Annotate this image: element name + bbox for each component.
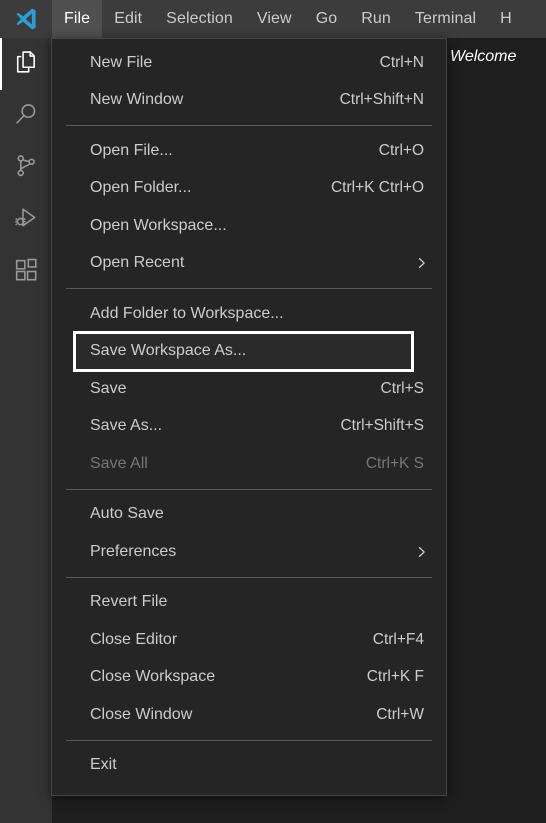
menu-item-label: Save All	[90, 454, 148, 472]
menu-item-label: Open File...	[90, 141, 173, 159]
menubar-item-go[interactable]: Go	[304, 0, 350, 38]
menu-item-label: Add Folder to Workspace...	[90, 304, 284, 322]
menu-item-label: Save	[90, 379, 127, 397]
menu-item-label: Save Workspace As...	[90, 342, 247, 360]
menubar-item-label: H	[500, 10, 512, 27]
menu-item-shortcut: Ctrl+O	[378, 141, 424, 159]
menu-item-save-all: Save All Ctrl+K S	[52, 445, 446, 483]
activity-bar-item-search[interactable]	[0, 90, 52, 142]
menu-item-close-window[interactable]: Close Window Ctrl+W	[52, 696, 446, 734]
menu-item-auto-save[interactable]: Auto Save	[52, 496, 446, 534]
run-debug-play-bug-icon	[12, 204, 40, 237]
tab-welcome[interactable]: Welcome	[436, 38, 546, 76]
source-control-branch-icon	[12, 152, 40, 185]
search-icon	[12, 100, 40, 133]
menubar-item-label: Terminal	[414, 10, 477, 27]
menu-separator	[66, 576, 432, 578]
vscode-logo-icon	[0, 0, 52, 38]
menu-item-save-workspace-as[interactable]: Save Workspace As...	[73, 330, 414, 372]
menu-item-new-file[interactable]: New File Ctrl+N	[52, 44, 446, 82]
menu-item-label: Open Folder...	[90, 179, 192, 197]
tab-label: Welcome	[450, 48, 517, 65]
titlebar: File Edit Selection View Go Run Terminal H	[0, 0, 546, 38]
menubar-item-view[interactable]: View	[245, 0, 304, 38]
file-menu-dropdown: New File Ctrl+N New Window Ctrl+Shift+N Open…	[51, 38, 447, 796]
menubar-item-selection[interactable]: Selection	[154, 0, 245, 38]
menu-item-close-workspace[interactable]: Close Workspace Ctrl+K F	[52, 659, 446, 697]
menubar-item-h[interactable]: H	[488, 0, 524, 38]
menu-item-close-editor[interactable]: Close Editor Ctrl+F4	[52, 621, 446, 659]
menu-separator	[66, 739, 432, 741]
menu-separator	[66, 125, 432, 126]
menu-item-label: Close Workspace	[90, 668, 216, 686]
menu-item-exit[interactable]: Exit	[52, 747, 446, 785]
menubar-item-edit[interactable]: Edit	[102, 0, 154, 38]
menu-item-open-recent[interactable]: Open Recent	[52, 245, 446, 283]
menu-item-shortcut: Ctrl+W	[376, 705, 424, 723]
menubar-item-label: Go	[315, 10, 338, 27]
activity-bar-item-explorer[interactable]	[0, 38, 52, 90]
menu-item-label: Exit	[90, 756, 117, 774]
menubar: File Edit Selection View Go Run Terminal H	[52, 0, 524, 38]
menu-item-label: New Window	[90, 91, 184, 109]
menu-item-add-folder-to-workspace[interactable]: Add Folder to Workspace...	[52, 295, 446, 333]
menu-item-label: Open Workspace...	[90, 216, 227, 234]
activity-bar-item-extensions[interactable]	[0, 246, 52, 298]
menu-item-shortcut: Ctrl+K S	[365, 454, 424, 472]
menubar-item-label: Run	[361, 10, 391, 27]
menu-item-revert-file[interactable]: Revert File	[52, 584, 446, 622]
activity-bar-item-source-control[interactable]	[0, 142, 52, 194]
extensions-blocks-icon	[12, 256, 40, 289]
menubar-item-label: File	[64, 10, 91, 27]
menubar-item-label: View	[256, 10, 292, 27]
activity-bar	[0, 38, 52, 823]
menubar-item-label: Edit	[114, 10, 143, 27]
menu-item-shortcut: Ctrl+S	[380, 379, 425, 397]
menu-item-label: Close Editor	[90, 630, 178, 648]
menu-item-open-file[interactable]: Open File... Ctrl+O	[52, 132, 446, 170]
menu-item-label: Preferences	[90, 542, 177, 560]
menu-item-label: Revert File	[90, 593, 168, 611]
vscode-window: File Edit Selection View Go Run Terminal H Welc…	[0, 0, 546, 823]
menu-item-shortcut: Ctrl+K F	[366, 668, 424, 686]
menubar-item-terminal[interactable]: Terminal	[403, 0, 488, 38]
menu-item-shortcut: Ctrl+K Ctrl+O	[330, 179, 424, 197]
menu-item-preferences[interactable]: Preferences	[52, 533, 446, 571]
menu-item-label: Close Window	[90, 705, 193, 723]
menu-separator	[66, 488, 432, 490]
menu-item-open-folder[interactable]: Open Folder... Ctrl+K Ctrl+O	[52, 170, 446, 208]
menu-item-label: Save As...	[90, 417, 163, 435]
chevron-right-icon	[416, 545, 428, 559]
menu-item-open-workspace[interactable]: Open Workspace...	[52, 207, 446, 245]
menu-item-label: New File	[90, 53, 153, 71]
menu-item-shortcut: Ctrl+F4	[372, 630, 424, 648]
menu-item-save[interactable]: Save Ctrl+S	[52, 370, 446, 408]
menu-item-label: Auto Save	[90, 505, 164, 523]
menu-item-shortcut: Ctrl+N	[379, 53, 424, 71]
menu-item-new-window[interactable]: New Window Ctrl+Shift+N	[52, 82, 446, 120]
menu-item-save-as[interactable]: Save As... Ctrl+Shift+S	[52, 408, 446, 446]
menubar-item-label: Selection	[166, 10, 233, 27]
menubar-item-run[interactable]: Run	[349, 0, 403, 38]
activity-bar-item-run-and-debug[interactable]	[0, 194, 52, 246]
chevron-right-icon	[416, 256, 428, 270]
menu-item-label: Open Recent	[90, 254, 185, 272]
menu-item-shortcut: Ctrl+Shift+N	[339, 91, 424, 109]
files-icon	[12, 48, 40, 81]
menu-separator	[66, 288, 432, 289]
menu-item-shortcut: Ctrl+Shift+S	[340, 417, 424, 435]
menubar-item-file[interactable]: File	[52, 0, 103, 38]
